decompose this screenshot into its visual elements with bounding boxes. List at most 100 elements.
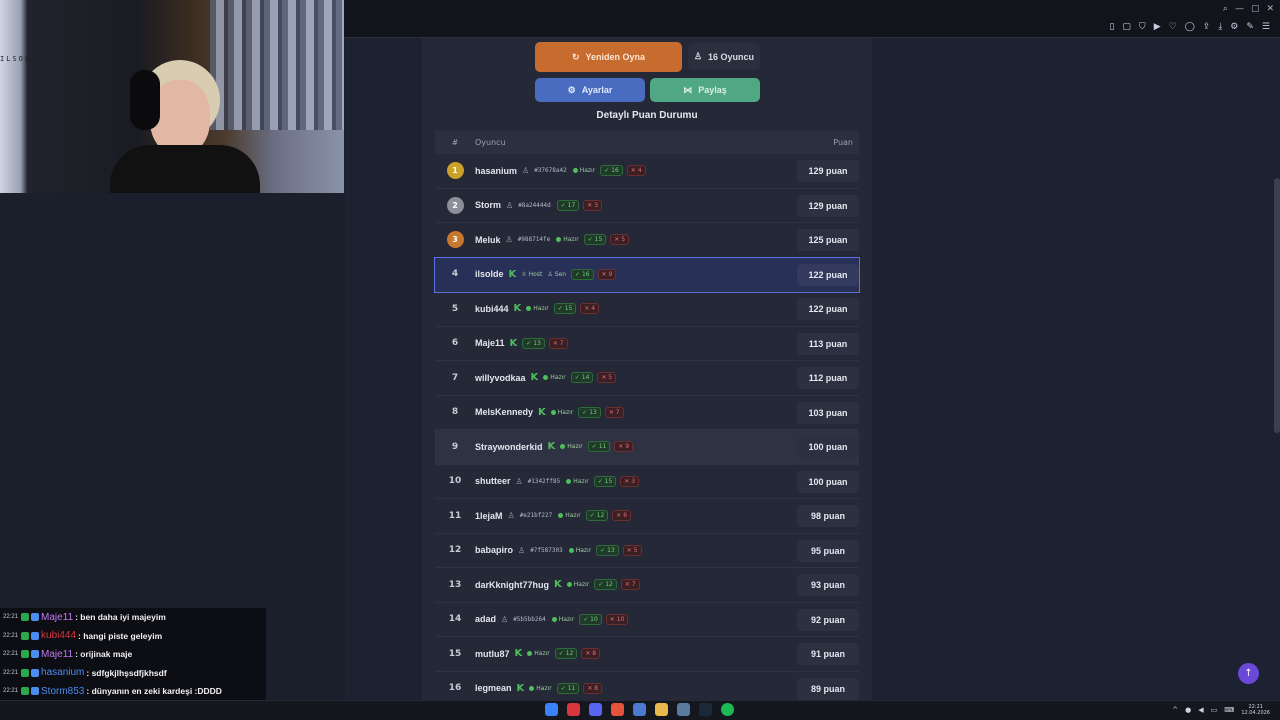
player-id: #1342ff85 bbox=[527, 477, 561, 485]
status-dot bbox=[572, 168, 578, 174]
rank-number: 6 bbox=[451, 338, 459, 349]
maximize-icon[interactable]: ▢ bbox=[1251, 4, 1260, 14]
app-icon[interactable] bbox=[633, 703, 646, 716]
table-row[interactable]: 11 1lejaM ♙ #e21bf227 Hazır ✓ 12 ✕ 6 98 puan bbox=[435, 499, 859, 534]
subscriber-badge-icon bbox=[31, 631, 40, 640]
score-table: # Oyuncu Puan 1 hasanium ♙ #37678a42 Hazır ✓ … bbox=[434, 131, 860, 706]
wrong-count: ✕ 9 bbox=[597, 268, 617, 280]
play-icon[interactable]: ▶ bbox=[1154, 22, 1161, 32]
share-icon[interactable]: ⇪ bbox=[1203, 22, 1211, 32]
table-row[interactable]: 1 hasanium ♙ #37678a42 Hazır ✓ 16 ✕ 4 129 puan bbox=[435, 154, 859, 189]
table-row[interactable]: 2 Storm ♙ #8a24444d ✓ 17 ✕ 3 129 puan bbox=[435, 189, 859, 223]
table-row[interactable]: 6 Maje11 K ✓ 13 ✕ 7 113 puan bbox=[435, 327, 859, 361]
score-badge: 103 puan bbox=[797, 401, 859, 424]
table-row[interactable]: 12 babapiro ♙ #7f587303 Hazır ✓ 13 ✕ 5 95 puan bbox=[435, 534, 859, 568]
player-name: kubi444 bbox=[475, 303, 509, 314]
correct-count: ✓ 13 bbox=[522, 337, 545, 349]
game-page: ↻ Yeniden Oyna ♙ 16 Oyuncu ⚙ Ayarlar ⋈ P… bbox=[345, 38, 1280, 706]
player-name: Straywonderkid bbox=[475, 441, 543, 452]
chat-username[interactable]: Maje11 bbox=[41, 612, 73, 623]
table-row[interactable]: 10 shutteer ♙ #1342ff85 Hazır ✓ 15 ✕ 3 100 puan bbox=[435, 465, 859, 499]
settings-button[interactable]: ⚙ Ayarlar bbox=[535, 78, 645, 102]
table-row[interactable]: 7 willyvodkaa K Hazır ✓ 14 ✕ 5 112 puan bbox=[435, 361, 859, 396]
window-controls: ⌕ — ▢ ✕ bbox=[1223, 4, 1274, 14]
table-row[interactable]: 14 adad ♙ #5b5bb264 Hazır ✓ 10 ✕ 10 92 puan bbox=[435, 603, 859, 637]
table-row[interactable]: 5 kubi444 K Hazır ✓ 15 ✕ 4 122 puan bbox=[435, 292, 859, 327]
replay-button[interactable]: ↻ Yeniden Oyna bbox=[535, 42, 682, 72]
wrong-count: ✕ 8 bbox=[581, 648, 601, 660]
scroll-top-button[interactable]: ↑ bbox=[1238, 663, 1259, 684]
score-badge: 100 puan bbox=[797, 436, 859, 458]
player-name: legmean bbox=[475, 683, 512, 694]
folder-icon[interactable] bbox=[655, 703, 668, 716]
player-name: ilsolde bbox=[475, 269, 504, 280]
wrong-count: ✕ 8 bbox=[583, 682, 603, 694]
correct-value: 11 bbox=[598, 443, 607, 451]
rank-number: 9 bbox=[451, 441, 459, 452]
shield-icon[interactable]: ⛉ bbox=[1139, 22, 1146, 32]
download-icon[interactable]: ⤓ bbox=[1218, 22, 1222, 32]
correct-count: ✓ 13 bbox=[578, 406, 601, 418]
kick-icon: K bbox=[554, 579, 562, 591]
chevron-up-icon[interactable]: ^ bbox=[1172, 706, 1178, 714]
score-badge: 92 puan bbox=[797, 608, 859, 631]
correct-value: 15 bbox=[564, 305, 573, 313]
table-row[interactable]: 9 Straywonderkid K Hazır ✓ 11 ✕ 9 100 puan bbox=[435, 430, 859, 465]
volume-icon[interactable]: ◀ bbox=[1198, 706, 1203, 714]
search-icon[interactable]: ⌕ bbox=[1223, 4, 1228, 14]
score-badge: 113 puan bbox=[797, 332, 859, 355]
section-title: Detaylı Puan Durumu bbox=[596, 110, 698, 121]
network-icon[interactable]: ▭ bbox=[1211, 706, 1218, 714]
streamer-body bbox=[110, 145, 260, 193]
chat-username[interactable]: Maje11 bbox=[41, 649, 73, 660]
chat-username[interactable]: hasanium bbox=[41, 667, 84, 678]
subscriber-badge-icon bbox=[31, 668, 40, 677]
minimize-icon[interactable]: — bbox=[1235, 4, 1244, 14]
player-id: #e21bf227 bbox=[519, 512, 553, 520]
ready-badge: Hazır bbox=[566, 478, 589, 485]
person-icon: ♙ bbox=[505, 235, 513, 245]
wrong-value: 4 bbox=[591, 305, 596, 313]
score-badge: 89 puan bbox=[797, 677, 859, 700]
chat-username[interactable]: kubi444 bbox=[41, 630, 76, 641]
player-name: adad bbox=[475, 614, 497, 625]
table-row[interactable]: 13 darKknight77hug K Hazır ✓ 12 ✕ 7 93 puan bbox=[435, 568, 859, 603]
keyboard-icon[interactable]: ⌨ bbox=[1224, 706, 1234, 714]
table-row[interactable]: 4 ilsolde K ♕ Host ♙ Sen ✓ 16 ✕ 9 122 puan bbox=[434, 256, 860, 293]
players-count-button[interactable]: ♙ 16 Oyuncu bbox=[688, 43, 760, 70]
wrong-value: 5 bbox=[633, 546, 638, 554]
tab-icon[interactable]: ▢ bbox=[1122, 22, 1131, 32]
chat-username[interactable]: Storm853 bbox=[41, 686, 84, 697]
rank-cell: 8 bbox=[435, 407, 475, 417]
ready-label: Hazır bbox=[533, 305, 549, 313]
kick-icon: K bbox=[508, 268, 517, 280]
windows-icon[interactable] bbox=[545, 703, 558, 716]
table-row[interactable]: 8 MelsKennedy K Hazır ✓ 13 ✕ 7 103 puan bbox=[435, 396, 859, 430]
chat-message: 22:21 Storm853: dünyanın en zeki kardeşi … bbox=[0, 682, 266, 701]
chrome-icon[interactable] bbox=[611, 703, 624, 716]
ready-label: Hazır bbox=[558, 615, 575, 623]
wrong-count: ✕ 5 bbox=[622, 544, 642, 556]
share-button[interactable]: ⋈ Paylaş bbox=[650, 78, 760, 102]
bookmark-icon[interactable]: ▯ bbox=[1109, 22, 1114, 32]
wrong-count: ✕ 9 bbox=[614, 441, 634, 453]
steam-icon[interactable] bbox=[699, 703, 712, 716]
app2-icon[interactable] bbox=[677, 703, 690, 716]
page-scrollbar[interactable] bbox=[1274, 178, 1280, 433]
opera-icon[interactable] bbox=[567, 703, 580, 716]
close-icon[interactable]: ✕ bbox=[1266, 4, 1274, 14]
chat-icon[interactable]: ◯ bbox=[1185, 22, 1195, 32]
ready-badge: Hazır bbox=[551, 615, 575, 623]
status-dot bbox=[560, 444, 566, 450]
menu-icon[interactable]: ☰ bbox=[1262, 22, 1270, 32]
settings-icon[interactable]: ⚙ bbox=[1230, 22, 1238, 32]
discord-icon[interactable] bbox=[589, 703, 602, 716]
mic-icon[interactable]: ● bbox=[1185, 706, 1191, 714]
table-row[interactable]: 15 mutlu87 K Hazır ✓ 12 ✕ 8 91 puan bbox=[435, 637, 859, 672]
spotify-icon[interactable] bbox=[721, 703, 734, 716]
ai-icon[interactable]: ✎ bbox=[1246, 22, 1254, 32]
heart-icon[interactable]: ♡ bbox=[1169, 22, 1177, 32]
table-row[interactable]: 3 Meluk ♙ #988714fe Hazır ✓ 15 ✕ 5 125 puan bbox=[435, 223, 859, 258]
col-rank: # bbox=[451, 138, 459, 147]
clock[interactable]: 22:21 12.04.2026 bbox=[1241, 704, 1270, 716]
